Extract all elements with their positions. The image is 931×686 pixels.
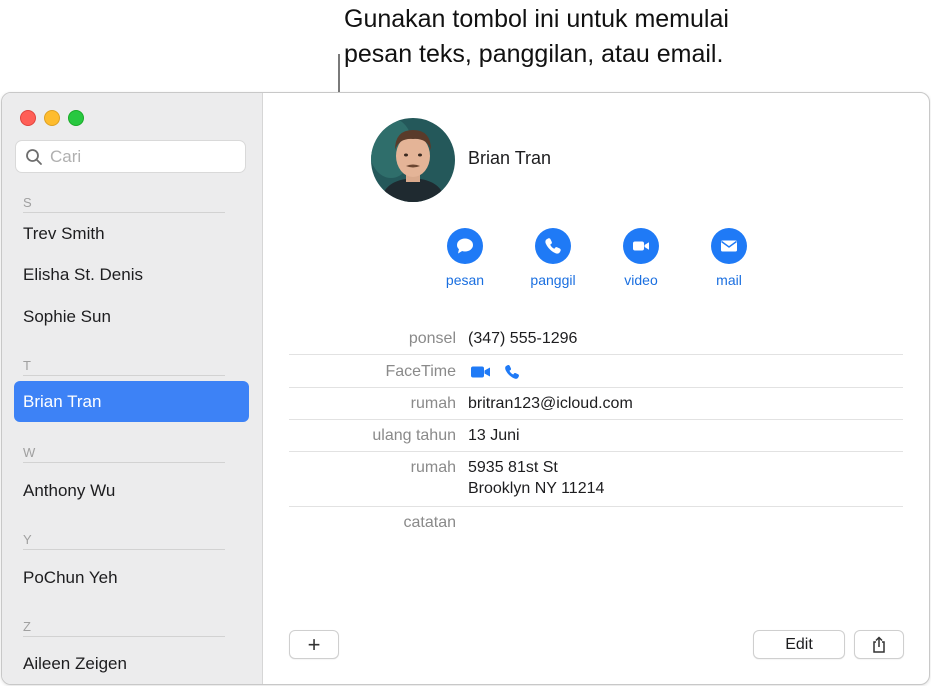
row-divider bbox=[289, 419, 903, 420]
search-input[interactable] bbox=[50, 145, 235, 168]
message-button[interactable]: pesan bbox=[425, 228, 505, 288]
message-icon bbox=[447, 228, 483, 264]
email-value[interactable]: britran123@icloud.com bbox=[468, 395, 633, 413]
contact-list-item-selected[interactable]: Brian Tran bbox=[14, 381, 249, 422]
mobile-phone-value[interactable]: (347) 555-1296 bbox=[468, 330, 577, 348]
video-label: video bbox=[624, 272, 658, 288]
zoom-window-button[interactable] bbox=[68, 110, 84, 126]
address-line-2[interactable]: Brooklyn NY 11214 bbox=[468, 480, 604, 498]
field-label: ponsel bbox=[408, 330, 456, 347]
sidebar: S Trev Smith Elisha St. Denis Sophie Sun… bbox=[2, 93, 263, 684]
section-letter: Y bbox=[23, 532, 32, 547]
section-letter: Z bbox=[23, 619, 31, 634]
search-icon bbox=[26, 149, 42, 165]
contact-list-item-label: Brian Tran bbox=[23, 392, 102, 411]
contacts-window: S Trev Smith Elisha St. Denis Sophie Sun… bbox=[1, 92, 930, 685]
minimize-window-button[interactable] bbox=[44, 110, 60, 126]
row-divider bbox=[289, 506, 903, 507]
call-label: panggil bbox=[530, 272, 576, 288]
video-button[interactable]: video bbox=[601, 228, 681, 288]
contact-detail-pane: Brian Tran pesan panggil video mail pons… bbox=[263, 93, 929, 684]
contact-list-item[interactable]: Sophie Sun bbox=[23, 307, 111, 327]
contact-list-item[interactable]: Elisha St. Denis bbox=[23, 265, 143, 285]
contact-name: Brian Tran bbox=[468, 148, 552, 168]
edit-button[interactable]: Edit bbox=[753, 630, 845, 659]
row-divider bbox=[289, 387, 903, 388]
mail-icon bbox=[711, 228, 747, 264]
video-icon[interactable] bbox=[470, 364, 492, 380]
field-label: rumah bbox=[410, 459, 456, 476]
avatar bbox=[371, 118, 455, 202]
close-window-button[interactable] bbox=[20, 110, 36, 126]
contact-list-item[interactable]: Trev Smith bbox=[23, 224, 105, 244]
message-label: pesan bbox=[445, 272, 485, 288]
callout-line-2: pesan teks, panggilan, atau email. bbox=[344, 40, 724, 68]
video-icon bbox=[623, 228, 659, 264]
field-label: catatan bbox=[403, 514, 456, 531]
call-button[interactable]: panggil bbox=[513, 228, 593, 288]
row-divider bbox=[289, 354, 903, 355]
mail-label: mail bbox=[716, 272, 742, 288]
callout-line-1: Gunakan tombol ini untuk memulai bbox=[344, 5, 729, 33]
field-label: FaceTime bbox=[385, 363, 456, 380]
section-letter: S bbox=[23, 195, 32, 210]
field-label: ulang tahun bbox=[372, 427, 456, 444]
contact-list-item[interactable]: Anthony Wu bbox=[23, 481, 115, 501]
mail-button[interactable]: mail bbox=[689, 228, 769, 288]
section-divider bbox=[23, 549, 225, 550]
search-field[interactable] bbox=[15, 140, 246, 173]
section-letter: T bbox=[23, 358, 31, 373]
row-divider bbox=[289, 451, 903, 452]
callout-text: Gunakan tombol ini untuk memulai pesan t… bbox=[344, 2, 904, 72]
contact-list-item[interactable]: Aileen Zeigen bbox=[23, 654, 127, 674]
section-divider bbox=[23, 212, 225, 213]
section-letter: W bbox=[23, 445, 36, 460]
section-divider bbox=[23, 375, 225, 376]
section-divider bbox=[23, 636, 225, 637]
phone-icon bbox=[535, 228, 571, 264]
phone-icon[interactable] bbox=[503, 363, 521, 381]
add-button[interactable]: + bbox=[289, 630, 339, 659]
section-divider bbox=[23, 462, 225, 463]
share-button[interactable] bbox=[854, 630, 904, 659]
field-label: rumah bbox=[410, 395, 456, 412]
avatar-photo bbox=[371, 118, 455, 202]
birthday-value: 13 Juni bbox=[468, 427, 520, 444]
address-line-1[interactable]: 5935 81st St bbox=[468, 459, 558, 477]
contact-list-item[interactable]: PoChun Yeh bbox=[23, 568, 118, 588]
share-icon bbox=[873, 635, 885, 653]
